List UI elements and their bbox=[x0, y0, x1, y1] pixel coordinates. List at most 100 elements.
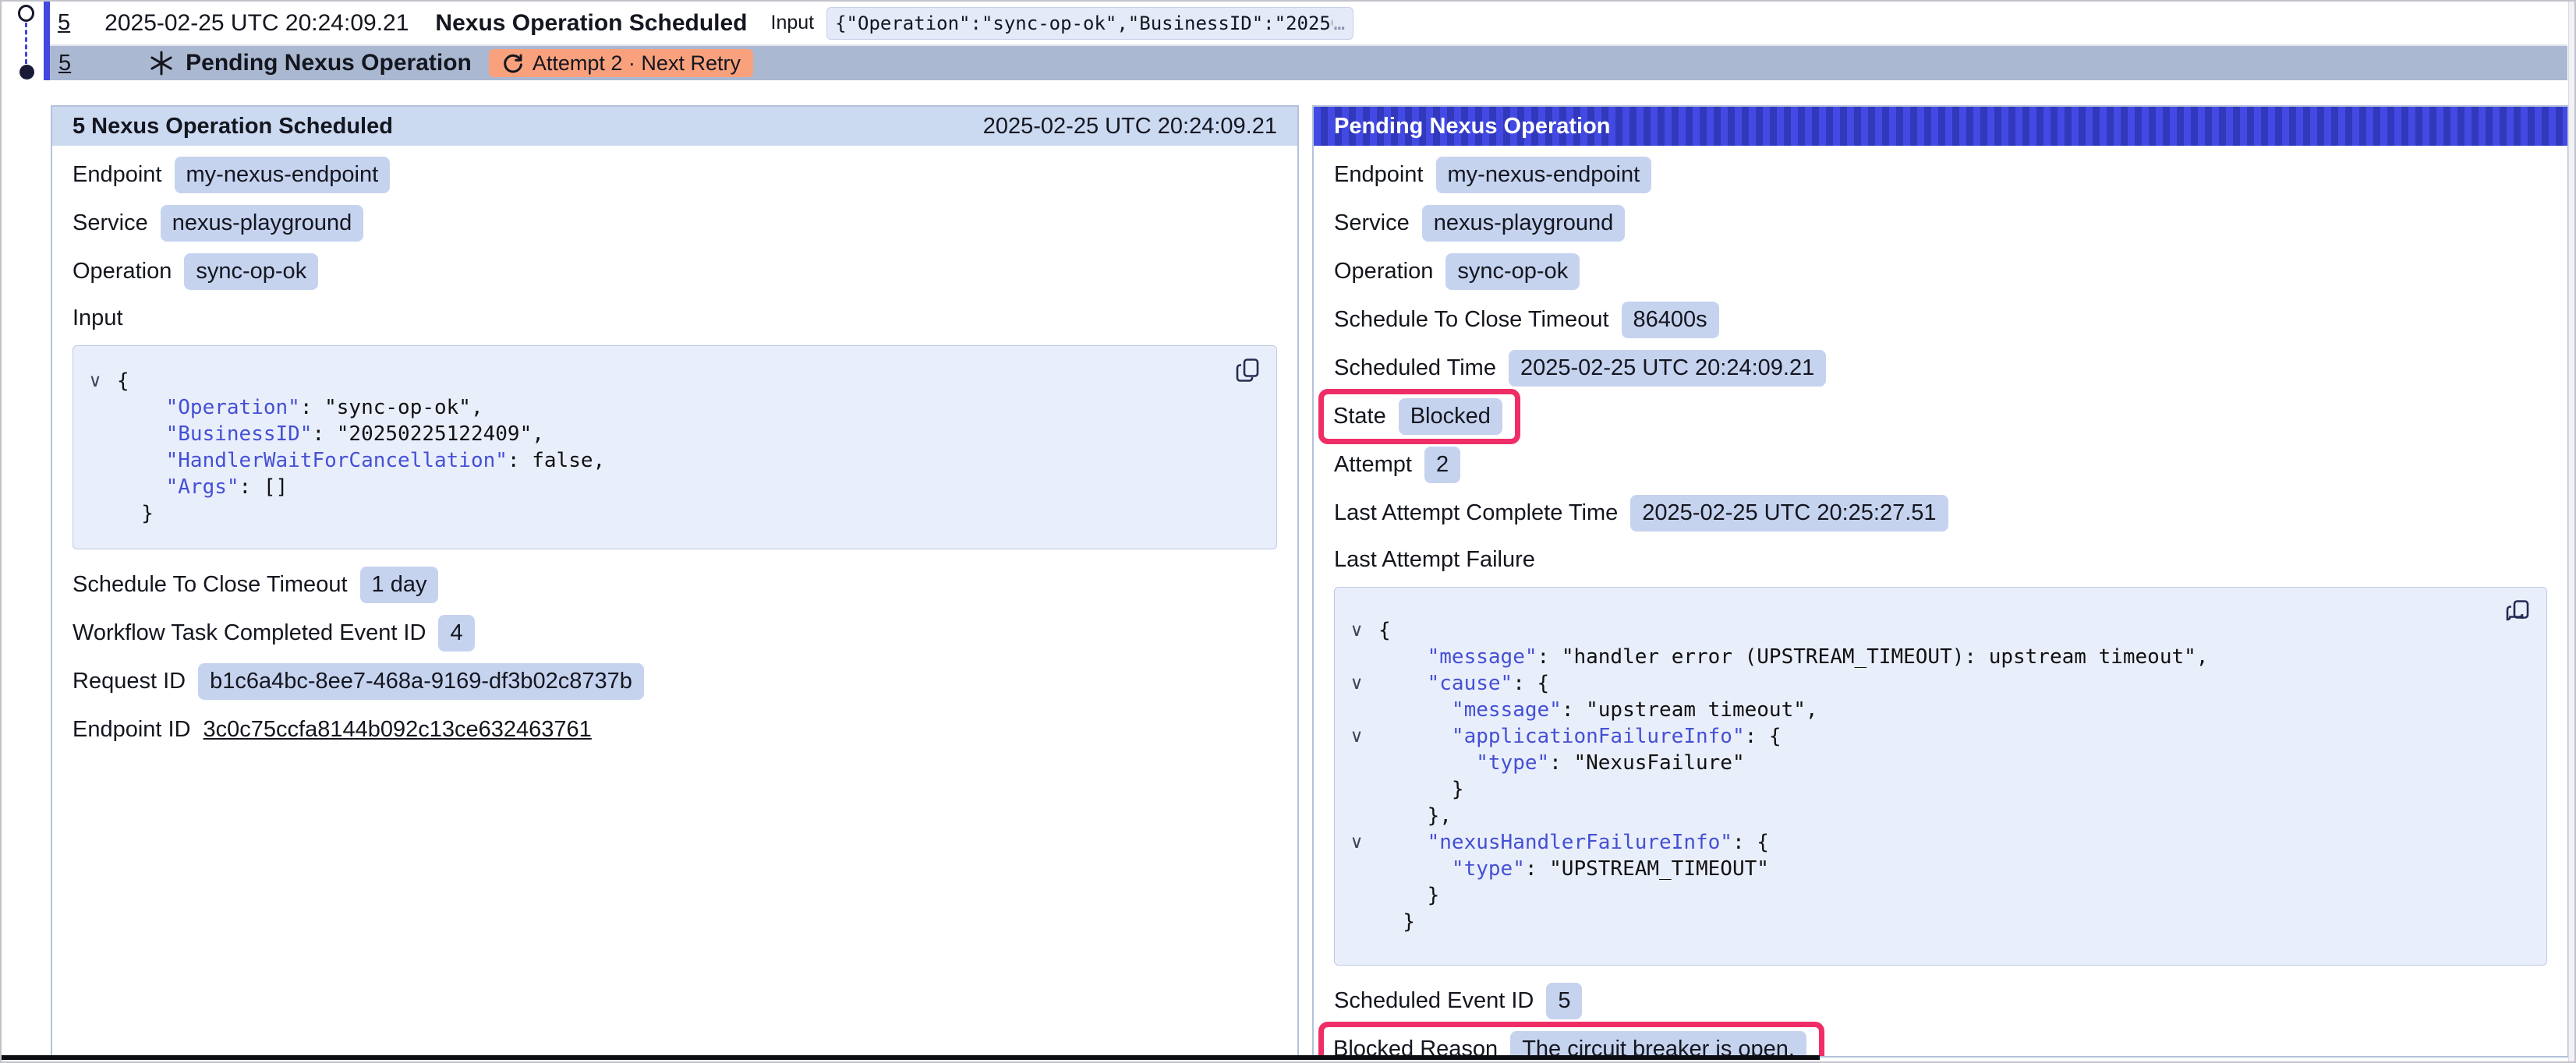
pending-nexus-operation-row[interactable]: 5 Pending Nexus Operation Attempt 2 · Ne… bbox=[50, 46, 2567, 80]
field-label: State bbox=[1333, 404, 1386, 429]
collapse-chevron-icon[interactable]: ∨ bbox=[1335, 723, 1378, 750]
field-label: Endpoint bbox=[73, 162, 162, 188]
json-line-text: "BusinessID": "20250225122409", bbox=[117, 421, 544, 447]
json-line-text: "HandlerWaitForCancellation": false, bbox=[117, 447, 605, 474]
field-label: Operation bbox=[73, 259, 172, 284]
event-detail-header-title: 5 Nexus Operation Scheduled bbox=[73, 114, 393, 139]
ellipsis-icon: … bbox=[1334, 12, 1345, 34]
field-value-chip: nexus-playground bbox=[1422, 205, 1626, 242]
input-preview-label: Input bbox=[771, 12, 815, 34]
field-row: Service nexus-playground bbox=[1314, 199, 2567, 247]
field-label: Schedule To Close Timeout bbox=[1334, 307, 1609, 333]
copy-button[interactable] bbox=[1234, 355, 1264, 385]
field-label: Service bbox=[73, 210, 148, 236]
field-value-chip: my-nexus-endpoint bbox=[1436, 157, 1652, 193]
json-line-gutter bbox=[1335, 882, 1378, 909]
field-value-chip: Blocked bbox=[1399, 398, 1502, 435]
input-preview-chip: {"Operation":"sync-op-ok","BusinessID":"… bbox=[826, 7, 1353, 40]
json-line-text: { bbox=[117, 368, 129, 394]
pending-operation-header: Pending Nexus Operation bbox=[1314, 107, 2567, 146]
field-value-chip: sync-op-ok bbox=[1445, 253, 1580, 290]
field-value-chip: 1 day bbox=[360, 567, 439, 603]
field-label: Blocked Reason bbox=[1333, 1037, 1498, 1058]
field-value-chip: my-nexus-endpoint bbox=[175, 157, 391, 193]
json-line-gutter bbox=[1335, 750, 1378, 776]
field-label: Workflow Task Completed Event ID bbox=[73, 620, 426, 646]
json-line: ∨{ bbox=[1335, 617, 2531, 644]
retry-badge: Attempt 2 · Next Retry bbox=[489, 49, 753, 77]
field-label: Endpoint bbox=[1334, 162, 1424, 188]
field-row: Workflow Task Completed Event ID4 bbox=[52, 609, 1297, 657]
json-line-text: "applicationFailureInfo": { bbox=[1378, 723, 1782, 750]
field-value-chip: 2 bbox=[1424, 447, 1460, 483]
scrollbar-track[interactable] bbox=[2568, 2, 2574, 1061]
event-detail-panel: 5 Nexus Operation Scheduled 2025-02-25 U… bbox=[51, 105, 1299, 1058]
json-line: } bbox=[1335, 776, 2531, 803]
input-json-viewer: ∨{ "Operation": "sync-op-ok", "BusinessI… bbox=[73, 345, 1277, 549]
json-line-gutter bbox=[1335, 909, 1378, 935]
pending-row-title: Pending Nexus Operation bbox=[186, 50, 472, 76]
event-id-link[interactable]: 5 bbox=[58, 10, 70, 36]
window-bottom-edge bbox=[2, 1055, 1820, 1060]
json-line: } bbox=[1335, 882, 2531, 909]
json-line: } bbox=[1335, 909, 2531, 935]
field-value-link[interactable]: 3c0c75ccfa8144b092c13ce632463761 bbox=[203, 717, 592, 743]
field-row: Request IDb1c6a4bc-8ee7-468a-9169-df3b02… bbox=[52, 657, 1297, 705]
field-row: Endpoint my-nexus-endpoint bbox=[1314, 150, 2567, 199]
json-line-text: "type": "UPSTREAM_TIMEOUT" bbox=[1378, 856, 1769, 882]
json-line: } bbox=[73, 500, 1261, 527]
copy-button[interactable] bbox=[2504, 597, 2534, 627]
field-value-chip: sync-op-ok bbox=[184, 253, 318, 290]
json-line-text: }, bbox=[1378, 803, 1452, 829]
json-line-text: } bbox=[117, 500, 154, 527]
field-row: Blocked ReasonThe circuit breaker is ope… bbox=[1314, 1025, 2567, 1058]
json-line-text: "cause": { bbox=[1378, 670, 1549, 697]
copy-icon bbox=[1236, 357, 1262, 383]
field-value-chip: nexus-playground bbox=[161, 205, 364, 242]
json-line: "type": "NexusFailure" bbox=[1335, 750, 2531, 776]
json-line: }, bbox=[1335, 803, 2531, 829]
field-row: Service nexus-playground bbox=[52, 199, 1297, 247]
field-row: Scheduled Time2025-02-25 UTC 20:24:09.21 bbox=[1314, 344, 2567, 392]
json-line-text: "message": "upstream timeout", bbox=[1378, 697, 1818, 723]
field-row: State Blocked bbox=[1314, 392, 2567, 440]
json-line: "Args": [] bbox=[73, 474, 1261, 500]
json-line-gutter bbox=[73, 474, 117, 500]
json-line-text: } bbox=[1378, 776, 1464, 803]
json-line: "message": "upstream timeout", bbox=[1335, 697, 2531, 723]
field-value-chip: 86400s bbox=[1622, 302, 1719, 338]
json-line-gutter bbox=[73, 447, 117, 474]
json-line: "message": "handler error (UPSTREAM_TIME… bbox=[1335, 644, 2531, 670]
collapse-chevron-icon[interactable]: ∨ bbox=[1335, 670, 1378, 697]
json-line-gutter bbox=[73, 394, 117, 421]
pending-event-id-link[interactable]: 5 bbox=[58, 51, 71, 76]
event-row-nexus-operation-scheduled[interactable]: 5 2025-02-25 UTC 20:24:09.21 Nexus Opera… bbox=[50, 2, 2567, 46]
json-line-gutter bbox=[1335, 644, 1378, 670]
json-line: "BusinessID": "20250225122409", bbox=[73, 421, 1261, 447]
event-history-detail-view: 5 2025-02-25 UTC 20:24:09.21 Nexus Opera… bbox=[0, 0, 2576, 1063]
field-row: Schedule To Close Timeout 86400s bbox=[1314, 295, 2567, 344]
json-line-text: } bbox=[1378, 882, 1439, 909]
field-label: Service bbox=[1334, 210, 1410, 236]
field-row: Schedule To Close Timeout1 day bbox=[52, 560, 1297, 609]
field-row: Operation sync-op-ok bbox=[52, 247, 1297, 295]
field-row: Endpoint ID3c0c75ccfa8144b092c13ce632463… bbox=[52, 705, 1297, 754]
json-line: "HandlerWaitForCancellation": false, bbox=[73, 447, 1261, 474]
json-line-gutter bbox=[1335, 776, 1378, 803]
json-line: "type": "UPSTREAM_TIMEOUT" bbox=[1335, 856, 2531, 882]
collapse-chevron-icon[interactable]: ∨ bbox=[73, 368, 117, 394]
timeline-dashed-connector bbox=[25, 23, 27, 64]
field-value-chip: 2025-02-25 UTC 20:25:27.51 bbox=[1630, 495, 1948, 532]
json-line: ∨{ bbox=[73, 368, 1261, 394]
field-row: Scheduled Event ID5 bbox=[1314, 976, 2567, 1025]
collapse-chevron-icon[interactable]: ∨ bbox=[1335, 617, 1378, 644]
field-label: Scheduled Event ID bbox=[1334, 988, 1534, 1014]
json-line-text: } bbox=[1378, 909, 1415, 935]
field-label: Scheduled Time bbox=[1334, 355, 1496, 381]
retry-badge-label: Attempt 2 · Next Retry bbox=[533, 51, 741, 76]
event-detail-header: 5 Nexus Operation Scheduled 2025-02-25 U… bbox=[52, 107, 1297, 146]
timeline-open-circle-icon bbox=[18, 5, 34, 22]
collapse-chevron-icon[interactable]: ∨ bbox=[1335, 829, 1378, 856]
json-line-text: { bbox=[1378, 617, 1391, 644]
copy-icon bbox=[2506, 599, 2532, 625]
